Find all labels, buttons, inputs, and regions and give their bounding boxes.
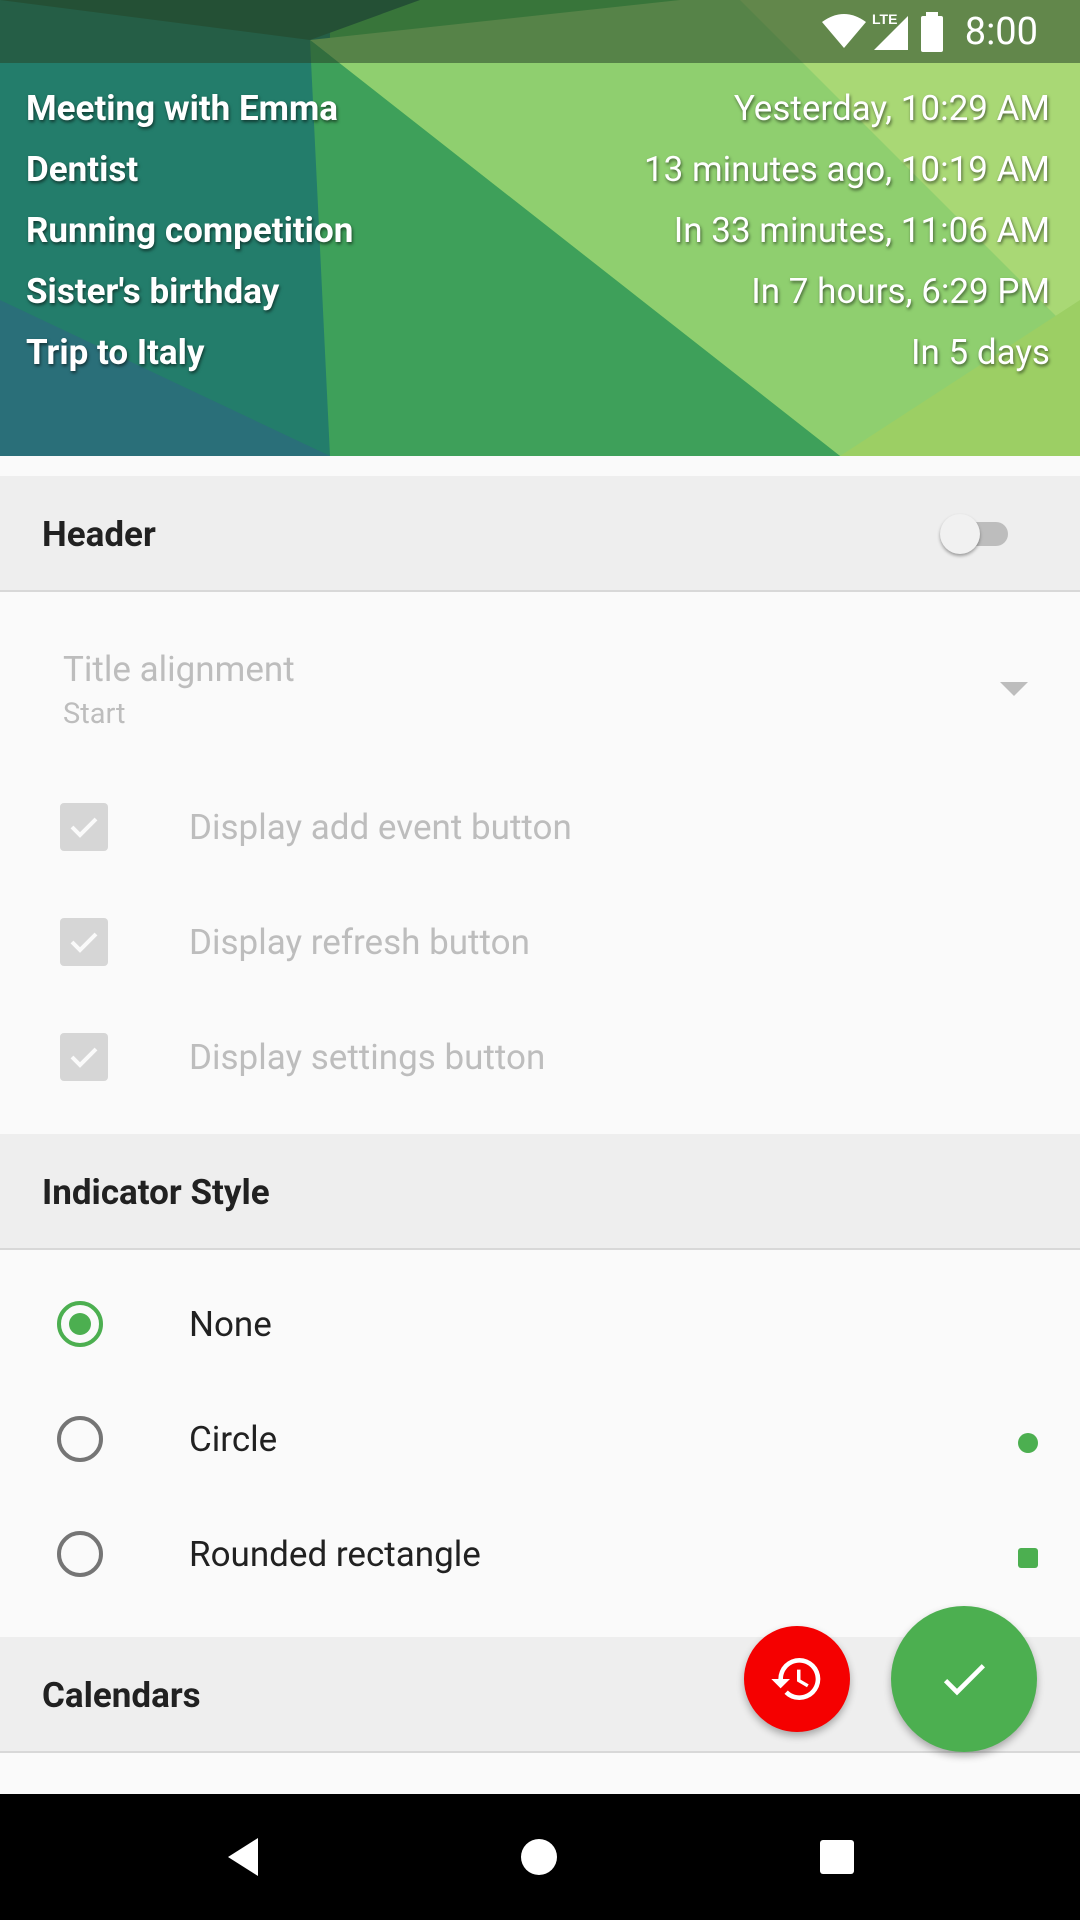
reset-fab[interactable] (744, 1626, 850, 1732)
widget-event[interactable]: Sister's birthday In 7 hours, 6:29 PM (26, 271, 1050, 329)
radio-option-none[interactable]: None (0, 1270, 1080, 1385)
checkbox-label: Display refresh button (189, 922, 530, 963)
checkbox-label: Display add event button (189, 807, 572, 848)
wifi-icon (822, 14, 866, 48)
widget-event[interactable]: Meeting with Emma Yesterday, 10:29 AM (26, 88, 1050, 146)
event-title: Dentist (26, 149, 139, 190)
event-title: Trip to Italy (26, 332, 205, 373)
dropdown-arrow-icon (1000, 682, 1028, 696)
pref-title: Title alignment (63, 649, 295, 690)
checkbox-refresh[interactable]: Display refresh button (0, 892, 1080, 992)
checkbox-icon[interactable] (60, 1033, 108, 1081)
event-time: In 7 hours, 6:29 PM (751, 271, 1050, 312)
home-icon[interactable] (514, 1832, 564, 1882)
svg-text:LTE: LTE (872, 11, 897, 27)
status-bar: LTE 8:00 (0, 0, 1080, 63)
event-time: 13 minutes ago, 10:19 AM (643, 149, 1050, 190)
event-time: In 33 minutes, 11:06 AM (673, 210, 1050, 251)
status-icons: LTE (820, 10, 930, 58)
widget-event[interactable]: Dentist 13 minutes ago, 10:19 AM (26, 149, 1050, 207)
widget-event[interactable]: Running competition In 33 minutes, 11:06… (26, 210, 1050, 268)
radio-option-rounded-rectangle[interactable]: Rounded rectangle (0, 1500, 1080, 1615)
checkbox-label: Display settings button (189, 1037, 546, 1078)
checkbox-settings[interactable]: Display settings button (0, 1007, 1080, 1107)
checkbox-add-event[interactable]: Display add event button (0, 777, 1080, 877)
event-title: Meeting with Emma (26, 88, 339, 129)
radio-label: None (189, 1304, 272, 1345)
event-time: Yesterday, 10:29 AM (733, 88, 1050, 129)
widget-event[interactable]: Trip to Italy In 5 days (26, 332, 1050, 390)
radio-label: Circle (189, 1419, 278, 1460)
pref-summary: Start (63, 697, 126, 731)
header-section[interactable]: Header (0, 476, 1080, 592)
widget-preview: Meeting with Emma Yesterday, 10:29 AM De… (0, 0, 1080, 456)
checkbox-icon[interactable] (60, 918, 108, 966)
section-title: Indicator Style (42, 1172, 270, 1213)
status-time: 8:00 (964, 10, 1038, 54)
history-icon (771, 1658, 821, 1700)
event-time: In 5 days (910, 332, 1050, 373)
radio-button[interactable] (57, 1531, 103, 1577)
recents-icon[interactable] (812, 1832, 862, 1882)
navigation-bar (0, 1794, 1080, 1920)
event-title: Sister's birthday (26, 271, 280, 312)
rounded-rectangle-indicator-icon (1018, 1548, 1038, 1568)
radio-dot (69, 1313, 91, 1335)
header-toggle[interactable] (940, 514, 1010, 554)
battery-icon (921, 12, 943, 52)
radio-option-circle[interactable]: Circle (0, 1385, 1080, 1500)
checkbox-icon[interactable] (60, 803, 108, 851)
event-title: Running competition (26, 210, 354, 251)
circle-indicator-icon (1018, 1433, 1038, 1453)
indicator-style-section: Indicator Style (0, 1134, 1080, 1250)
radio-button[interactable] (57, 1301, 103, 1347)
save-fab[interactable] (891, 1606, 1037, 1752)
radio-label: Rounded rectangle (189, 1534, 481, 1575)
section-title: Calendars (42, 1675, 201, 1716)
section-title: Header (42, 514, 156, 555)
radio-button[interactable] (57, 1416, 103, 1462)
lte-signal-icon: LTE (872, 11, 908, 50)
toggle-thumb (940, 514, 980, 554)
check-icon (943, 1664, 985, 1696)
back-icon[interactable] (220, 1832, 270, 1882)
